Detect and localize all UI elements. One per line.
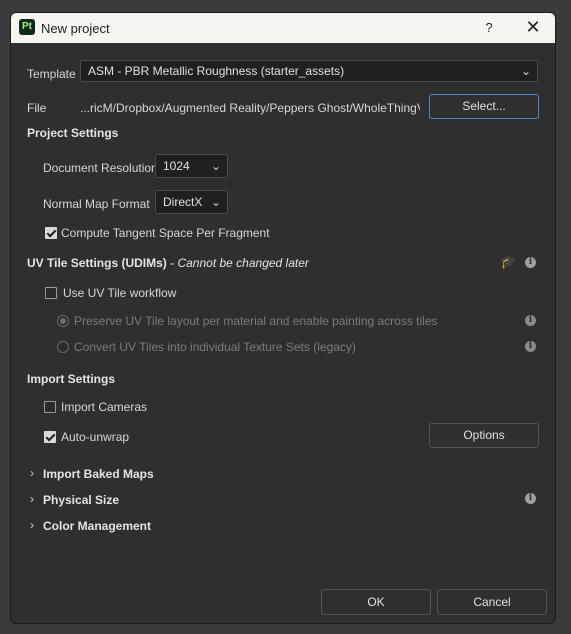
auto-unwrap-checkbox[interactable] — [44, 431, 56, 443]
cancel-button[interactable]: Cancel — [437, 589, 547, 615]
new-project-dialog: Pt New project ? ✕ Template ASM - PBR Me… — [10, 12, 556, 624]
document-resolution-value: 1024 — [163, 159, 190, 173]
painter-app-icon: Pt — [19, 19, 35, 35]
chevron-down-icon: ⌄ — [520, 64, 531, 78]
chevron-right-icon[interactable]: › — [30, 492, 34, 506]
close-button[interactable]: ✕ — [523, 17, 543, 38]
import-cameras-label: Import Cameras — [61, 400, 148, 414]
convert-uv-radio[interactable] — [57, 341, 69, 353]
template-label: Template — [27, 67, 76, 81]
file-label: File — [27, 101, 47, 115]
chevron-right-icon[interactable]: › — [30, 518, 34, 532]
ok-button[interactable]: OK — [321, 589, 431, 615]
tangent-space-label: Compute Tangent Space Per Fragment — [61, 226, 270, 240]
import-settings-heading: Import Settings — [27, 372, 116, 386]
use-uv-tile-checkbox[interactable] — [45, 287, 57, 299]
normal-map-format-value: DirectX — [163, 195, 203, 209]
file-path: ...ricM/Dropbox/Augmented Reality/Pepper… — [80, 101, 420, 115]
preserve-uv-label: Preserve UV Tile layout per material and… — [74, 314, 438, 328]
help-button[interactable]: ? — [481, 20, 497, 35]
select-file-button[interactable]: Select... — [429, 94, 539, 119]
dialog-title: New project — [41, 21, 110, 36]
uv-tile-heading-text: UV Tile Settings (UDIMs) — [27, 256, 167, 270]
document-resolution-dropdown[interactable]: 1024 ⌄ — [155, 154, 228, 178]
info-icon[interactable]: i — [525, 257, 536, 268]
title-bar: Pt New project ? ✕ — [11, 13, 555, 43]
document-resolution-label: Document Resolution — [43, 161, 158, 175]
uv-tile-settings-heading: UV Tile Settings (UDIMs) - Cannot be cha… — [27, 256, 309, 270]
physical-size-section[interactable]: Physical Size — [43, 493, 119, 507]
chevron-down-icon: ⌄ — [210, 159, 221, 173]
normal-map-format-label: Normal Map Format — [43, 197, 150, 211]
chevron-right-icon[interactable]: › — [30, 466, 34, 480]
preserve-uv-radio[interactable] — [57, 315, 69, 327]
info-icon[interactable]: i — [525, 341, 536, 352]
auto-unwrap-options-button[interactable]: Options — [429, 423, 539, 448]
normal-map-format-dropdown[interactable]: DirectX ⌄ — [155, 190, 228, 214]
use-uv-tile-label: Use UV Tile workflow — [63, 286, 177, 300]
convert-uv-label: Convert UV Tiles into individual Texture… — [74, 340, 356, 354]
import-cameras-checkbox[interactable] — [44, 401, 56, 413]
template-dropdown[interactable]: ASM - PBR Metallic Roughness (starter_as… — [80, 60, 538, 82]
import-baked-maps-section[interactable]: Import Baked Maps — [43, 467, 154, 481]
tangent-space-checkbox[interactable] — [45, 227, 57, 239]
info-icon[interactable]: i — [525, 315, 536, 326]
auto-unwrap-label: Auto-unwrap — [61, 430, 130, 444]
info-icon[interactable]: i — [525, 493, 536, 504]
color-management-section[interactable]: Color Management — [43, 519, 151, 533]
uv-tile-note: - Cannot be changed later — [166, 256, 309, 270]
chevron-down-icon: ⌄ — [210, 195, 221, 209]
academy-icon[interactable]: 🎓 — [500, 254, 516, 270]
project-settings-heading: Project Settings — [27, 126, 119, 140]
template-value: ASM - PBR Metallic Roughness (starter_as… — [88, 64, 345, 78]
